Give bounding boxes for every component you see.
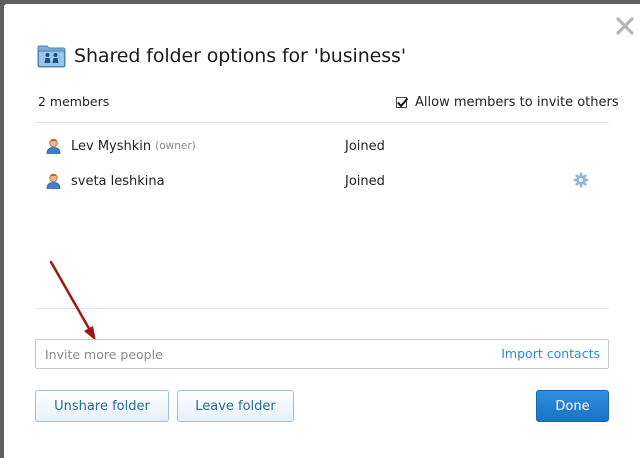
gear-icon[interactable] xyxy=(573,172,589,188)
done-button[interactable]: Done xyxy=(536,390,609,422)
unshare-folder-button[interactable]: Unshare folder xyxy=(35,390,169,422)
allow-invite-option[interactable]: Allow members to invite others xyxy=(396,95,619,110)
dialog-title: Shared folder options for 'business' xyxy=(74,45,406,67)
user-icon xyxy=(46,138,61,154)
member-status: Joined xyxy=(345,173,385,189)
close-icon[interactable] xyxy=(616,17,634,35)
divider-bottom xyxy=(35,308,609,309)
members-count: 2 members xyxy=(38,94,110,109)
allow-invite-label: Allow members to invite others xyxy=(415,95,619,110)
member-name: Lev Myshkin xyxy=(71,138,152,154)
checkmark-icon xyxy=(397,97,409,108)
member-role: (owner) xyxy=(155,140,196,152)
member-status: Joined xyxy=(345,138,385,154)
user-icon xyxy=(46,173,61,189)
leave-folder-button[interactable]: Leave folder xyxy=(177,390,294,422)
dialog-header: Shared folder options for 'business' xyxy=(37,40,406,72)
shared-folder-dialog: Shared folder options for 'business' 2 m… xyxy=(4,4,640,458)
divider-top xyxy=(35,122,609,123)
member-name: sveta leshkina xyxy=(71,173,165,189)
import-contacts-link[interactable]: Import contacts xyxy=(501,346,600,361)
invite-input[interactable] xyxy=(36,340,476,368)
member-row: Lev Myshkin (owner) Joined xyxy=(46,135,606,157)
member-row: sveta leshkina Joined xyxy=(46,170,606,192)
allow-invite-checkbox[interactable] xyxy=(396,97,409,108)
invite-field: Import contacts xyxy=(35,339,609,369)
shared-folder-icon xyxy=(37,44,66,68)
